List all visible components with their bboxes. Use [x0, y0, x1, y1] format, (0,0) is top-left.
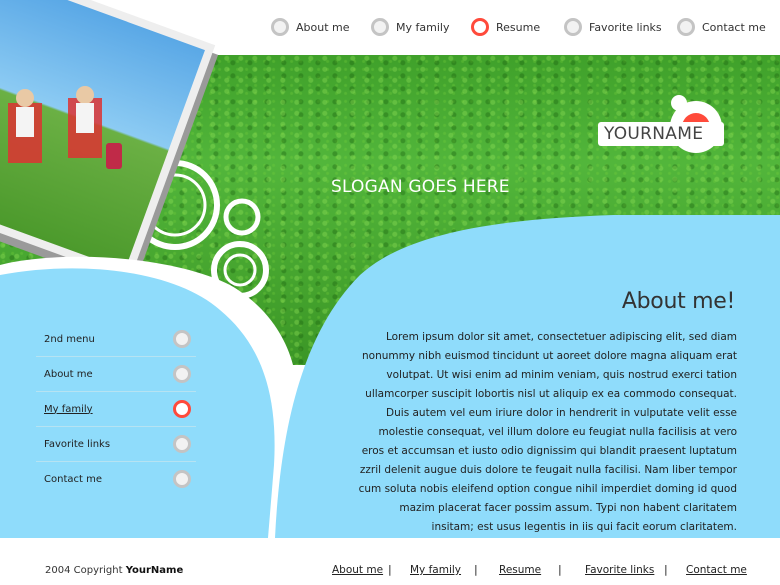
- footer-link-my-family[interactable]: My family: [410, 564, 461, 576]
- sidemenu-label: About me: [44, 368, 93, 380]
- sidemenu-label: My family: [44, 403, 93, 415]
- footer-link-about-me[interactable]: About me: [332, 564, 383, 576]
- radio-bullet-active-icon: [173, 400, 191, 418]
- footer: 2004 Copyright YourName About me | My fa…: [0, 538, 780, 585]
- content-body: Lorem ipsum dolor sit amet, consectetuer…: [358, 331, 737, 533]
- sidemenu-item-2nd-menu[interactable]: 2nd menu: [36, 322, 196, 357]
- radio-bullet-icon: [677, 18, 695, 36]
- topnav-label: My family: [396, 20, 450, 34]
- radio-bullet-icon: [564, 18, 582, 36]
- footer-link-favorite-links[interactable]: Favorite links: [585, 564, 654, 576]
- topnav-item-favorite-links[interactable]: Favorite links: [564, 18, 662, 36]
- sidemenu-item-about-me[interactable]: About me: [36, 357, 196, 392]
- radio-bullet-icon: [271, 18, 289, 36]
- sidemenu-item-contact-me[interactable]: Contact me: [36, 462, 196, 496]
- copyright-prefix: 2004 Copyright: [45, 565, 123, 576]
- footer-separator: |: [558, 563, 562, 576]
- topnav-label: About me: [296, 20, 350, 34]
- footer-link-resume[interactable]: Resume: [499, 564, 541, 576]
- topnav-label: Favorite links: [589, 20, 662, 34]
- logo-name: YOURNAME: [598, 122, 724, 146]
- side-menu: 2nd menu About me My family Favorite lin…: [36, 322, 196, 496]
- topnav-label: Contact me: [702, 20, 766, 34]
- footer-link-contact-me[interactable]: Contact me: [686, 564, 747, 576]
- topnav-item-about-me[interactable]: About me: [271, 18, 350, 36]
- site-logo[interactable]: YOURNAME: [598, 95, 738, 170]
- sidemenu-label: Contact me: [44, 473, 102, 485]
- radio-bullet-icon: [173, 470, 191, 488]
- sidemenu-item-favorite-links[interactable]: Favorite links: [36, 427, 196, 462]
- footer-separator: |: [474, 563, 478, 576]
- sidemenu-label: Favorite links: [44, 438, 111, 450]
- footer-separator: |: [664, 563, 668, 576]
- radio-bullet-icon: [173, 435, 191, 453]
- content-title: About me!: [621, 289, 735, 314]
- topnav-item-resume[interactable]: Resume: [471, 18, 540, 36]
- topnav-label: Resume: [496, 20, 541, 34]
- radio-bullet-icon: [173, 330, 191, 348]
- sidemenu-item-my-family[interactable]: My family: [36, 392, 196, 427]
- sidemenu-label: 2nd menu: [44, 333, 95, 345]
- copyright: 2004 Copyright YourName: [45, 565, 183, 576]
- radio-bullet-icon: [173, 365, 191, 383]
- copyright-name: YourName: [125, 565, 184, 576]
- radio-bullet-active-icon: [471, 18, 489, 36]
- topnav-item-contact-me[interactable]: Contact me: [677, 18, 766, 36]
- slogan-text: SLOGAN GOES HERE: [331, 177, 510, 197]
- radio-bullet-icon: [371, 18, 389, 36]
- footer-separator: |: [388, 563, 392, 576]
- topnav-item-my-family[interactable]: My family: [371, 18, 449, 36]
